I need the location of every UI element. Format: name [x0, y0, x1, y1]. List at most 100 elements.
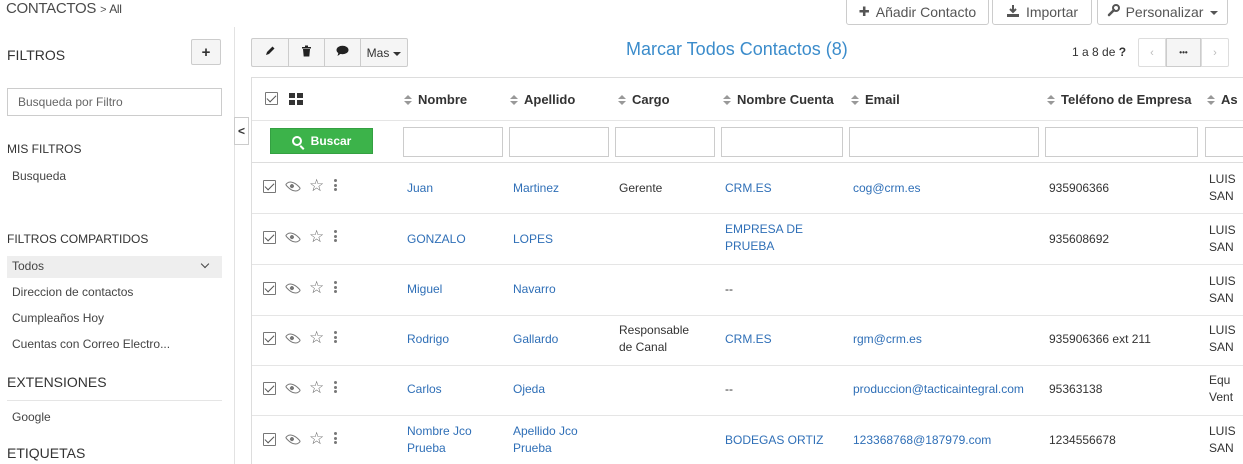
filter-search-input[interactable] [7, 88, 222, 116]
eye-icon[interactable] [284, 431, 302, 448]
column-header-telefono-empresa[interactable]: Teléfono de Empresa [1047, 92, 1192, 107]
sidebar-item-busqueda[interactable]: Busqueda [12, 169, 66, 183]
sidebar-item-direccion-contactos[interactable]: Direccion de contactos [12, 285, 133, 299]
table-row[interactable]: ☆ Rodrigo Gallardo Responsable de Canal … [252, 315, 1243, 366]
cell-email[interactable]: rgm@crm.es [853, 331, 1043, 348]
eye-icon[interactable] [284, 380, 302, 397]
row-checkbox[interactable] [263, 382, 276, 395]
sidebar-item-cuentas-correo[interactable]: Cuentas con Correo Electro... [12, 337, 170, 351]
sidebar-item-todos[interactable]: Todos [12, 259, 44, 273]
next-page-button[interactable]: › [1201, 38, 1229, 67]
sidebar-item-cumpleanos-hoy[interactable]: Cumpleaños Hoy [12, 311, 104, 325]
cell-apellido[interactable]: Apellido Jco Prueba [513, 423, 598, 457]
more-pages-button[interactable]: ••• [1166, 38, 1201, 67]
cell-nombre-cuenta[interactable]: EMPRESA DE PRUEBA [725, 221, 815, 255]
add-filter-button[interactable]: + [191, 39, 221, 65]
table-row[interactable]: ☆ Juan Martinez Gerente CRM.ES cog@crm.e… [252, 163, 1243, 214]
cell-email[interactable]: cog@crm.es [853, 180, 1043, 197]
filter-input-apellido[interactable] [509, 127, 609, 157]
mark-all-contacts-link[interactable]: Marcar Todos Contactos (8) [626, 39, 848, 60]
eye-icon[interactable] [284, 330, 302, 347]
pagination-total[interactable]: ? [1119, 45, 1126, 59]
eye-icon[interactable] [284, 178, 302, 195]
cell-nombre-cuenta[interactable]: CRM.ES [725, 331, 840, 348]
cell-apellido[interactable]: Navarro [513, 281, 608, 298]
more-vertical-icon[interactable] [334, 281, 337, 293]
cell-nombre[interactable]: Rodrigo [407, 331, 502, 348]
star-icon[interactable]: ☆ [309, 279, 324, 296]
module-title[interactable]: CONTACTOS [6, 0, 96, 17]
row-checkbox[interactable] [263, 282, 276, 295]
more-vertical-icon[interactable] [334, 381, 337, 393]
edit-button[interactable] [251, 38, 288, 67]
comment-button[interactable] [324, 38, 360, 67]
cell-email[interactable]: 123368768@187979.com [853, 432, 1043, 449]
column-header-nombre-cuenta[interactable]: Nombre Cuenta [723, 92, 834, 107]
chevron-left-icon: ‹ [1150, 46, 1154, 59]
star-icon[interactable]: ☆ [309, 177, 324, 194]
table-row[interactable]: ☆ GONZALO LOPES EMPRESA DE PRUEBA 935608… [252, 214, 1243, 265]
table-row[interactable]: ☆ Nombre Jco Prueba Apellido Jco Prueba … [252, 416, 1243, 464]
cell-apellido[interactable]: LOPES [513, 231, 608, 248]
cell-asignado: LUIS SAN [1209, 323, 1236, 354]
import-button[interactable]: Importar [992, 0, 1092, 25]
sidebar-collapse-button[interactable]: < [234, 117, 249, 145]
more-vertical-icon[interactable] [334, 432, 337, 444]
cell-nombre-cuenta[interactable]: BODEGAS ORTIZ [725, 432, 840, 449]
cell-apellido[interactable]: Gallardo [513, 331, 608, 348]
filter-input-nombre-cuenta[interactable] [721, 127, 843, 157]
add-contact-button[interactable]: ✚ Añadir Contacto [846, 0, 989, 25]
cell-apellido[interactable]: Martinez [513, 180, 608, 197]
row-checkbox[interactable] [263, 332, 276, 345]
column-label: Teléfono de Empresa [1061, 92, 1192, 107]
columns-grid-icon[interactable] [289, 93, 303, 105]
column-header-nombre[interactable]: Nombre [404, 92, 467, 107]
shared-filters-heading: FILTROS COMPARTIDOS [7, 232, 149, 246]
more-vertical-icon[interactable] [334, 179, 337, 191]
column-header-cargo[interactable]: Cargo [618, 92, 670, 107]
star-icon[interactable]: ☆ [309, 329, 324, 346]
filter-input-cargo[interactable] [615, 127, 715, 157]
delete-button[interactable] [288, 38, 324, 67]
tags-heading: ETIQUETAS [7, 445, 86, 461]
filter-input-email[interactable] [849, 127, 1039, 157]
personalize-button[interactable]: Personalizar [1097, 0, 1228, 25]
cell-nombre[interactable]: Miguel [407, 281, 502, 298]
cell-apellido[interactable]: Ojeda [513, 381, 608, 398]
row-checkbox[interactable] [263, 231, 276, 244]
table-row[interactable]: ☆ Carlos Ojeda -- produccion@tacticainte… [252, 365, 1243, 416]
cell-nombre[interactable]: Carlos [407, 381, 502, 398]
eye-icon[interactable] [284, 229, 302, 246]
column-label: As [1221, 92, 1238, 107]
column-header-asignado[interactable]: As [1207, 92, 1238, 107]
cell-email[interactable]: produccion@tacticaintegral.com [853, 381, 1043, 398]
column-header-apellido[interactable]: Apellido [510, 92, 575, 107]
more-vertical-icon[interactable] [334, 230, 337, 242]
cell-nombre-cuenta: -- [725, 382, 733, 396]
cell-nombre[interactable]: Juan [407, 180, 502, 197]
eye-icon[interactable] [284, 280, 302, 297]
filter-input-nombre[interactable] [403, 127, 503, 157]
star-icon[interactable]: ☆ [309, 430, 324, 447]
star-icon[interactable]: ☆ [309, 379, 324, 396]
select-all-checkbox[interactable] [265, 92, 278, 105]
previous-page-button[interactable]: ‹ [1138, 38, 1166, 67]
sort-icon [404, 95, 412, 105]
table-row[interactable]: ☆ Miguel Navarro -- LUIS SAN [252, 265, 1243, 316]
search-button[interactable]: Buscar [270, 128, 373, 154]
cell-nombre[interactable]: Nombre Jco Prueba [407, 423, 492, 457]
filter-input-telefono[interactable] [1045, 127, 1198, 157]
comment-icon [336, 45, 349, 60]
more-vertical-icon[interactable] [334, 331, 337, 343]
more-actions-dropdown[interactable]: Mas [360, 38, 408, 67]
sidebar-item-google[interactable]: Google [12, 410, 51, 424]
column-header-email[interactable]: Email [851, 92, 900, 107]
filter-input-asignado[interactable] [1205, 127, 1243, 157]
list-actions-toolbar: Mas [251, 38, 408, 67]
star-icon[interactable]: ☆ [309, 228, 324, 245]
chevron-down-icon[interactable] [200, 259, 210, 269]
cell-nombre-cuenta[interactable]: CRM.ES [725, 180, 840, 197]
row-checkbox[interactable] [263, 180, 276, 193]
row-checkbox[interactable] [263, 433, 276, 446]
cell-nombre[interactable]: GONZALO [407, 231, 502, 248]
